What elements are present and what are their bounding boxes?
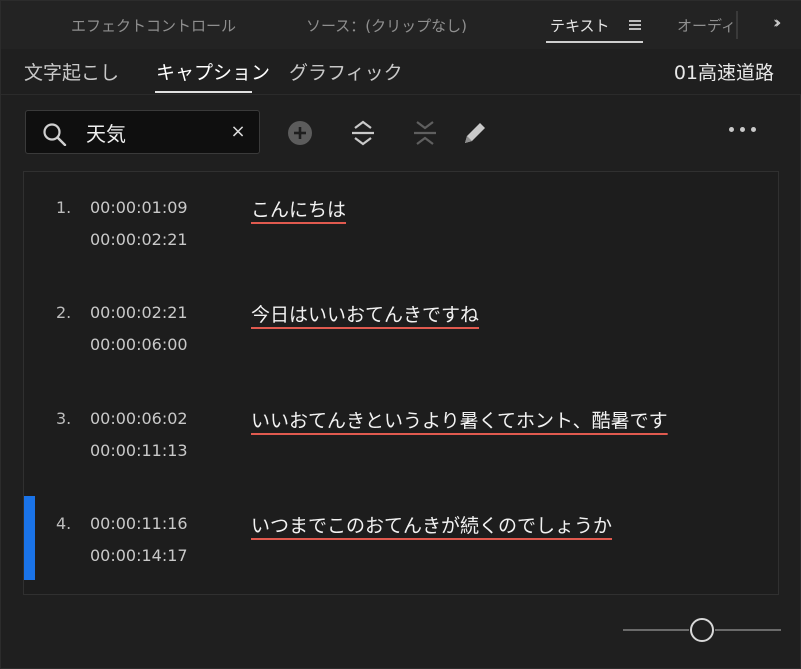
add-caption-icon[interactable] [285, 118, 315, 148]
overflow-chevron-icon[interactable]: ›› [773, 13, 781, 33]
selection-indicator [24, 496, 35, 580]
caption-number: 1. [56, 198, 72, 217]
merge-captions-icon[interactable] [410, 118, 440, 148]
caption-in-point[interactable]: 00:00:11:16 [90, 514, 188, 533]
caption-list: 1. 00:00:01:09 00:00:02:21 こんにちは 2. 00:0… [23, 171, 779, 595]
caption-text[interactable]: いいおてんきというより暑くてホント、酷暑です [251, 406, 668, 433]
tab-divider [736, 11, 738, 39]
zoom-slider-thumb[interactable] [690, 618, 714, 642]
caption-in-point[interactable]: 00:00:06:02 [90, 409, 188, 428]
search-input[interactable] [86, 117, 226, 147]
caption-text[interactable]: 今日はいいおてんきですね [251, 300, 479, 327]
caption-row[interactable]: 3. 00:00:06:02 00:00:11:13 いいおてんきというより暑く… [24, 391, 778, 475]
edit-icon[interactable] [460, 118, 490, 148]
caption-text[interactable]: いつまでこのおてんきが続くのでしょうか [251, 511, 612, 538]
sequence-name: 01高速道路 [673, 62, 774, 84]
zoom-track[interactable] [715, 629, 781, 631]
tab-captions[interactable]: キャプション [156, 58, 270, 85]
tab-graphics[interactable]: グラフィック [289, 58, 403, 85]
caption-row[interactable]: 1. 00:00:01:09 00:00:02:21 こんにちは [24, 180, 778, 264]
zoom-track[interactable] [623, 629, 689, 631]
clear-search-icon[interactable]: × [229, 121, 247, 142]
caption-toolbar: × [1, 96, 801, 168]
active-tab-indicator [546, 41, 643, 43]
search-box[interactable]: × [25, 110, 260, 154]
text-sub-tab-bar: 文字起こし キャプション グラフィック 01高速道路 [1, 49, 801, 95]
caption-out-point[interactable]: 00:00:06:00 [90, 335, 188, 354]
tab-effect-controls[interactable]: エフェクトコントロール [71, 15, 236, 36]
tab-source[interactable]: ソース：(クリップなし) [306, 15, 467, 36]
caption-out-point[interactable]: 00:00:11:13 [90, 441, 188, 460]
tab-audio[interactable]: オーディ [677, 15, 736, 36]
caption-row-selected[interactable]: 4. 00:00:11:16 00:00:14:17 いつまでこのおてんきが続く… [24, 496, 778, 580]
tab-text[interactable]: テキスト [550, 15, 610, 36]
search-icon [43, 123, 67, 146]
tab-transcript[interactable]: 文字起こし [24, 58, 119, 85]
caption-number: 3. [56, 409, 72, 428]
caption-out-point[interactable]: 00:00:14:17 [90, 546, 188, 565]
more-options-icon[interactable] [727, 120, 759, 140]
caption-number: 2. [56, 303, 72, 322]
text-panel: エフェクトコントロール ソース：(クリップなし) テキスト オーディ ›› 文字… [0, 0, 801, 669]
zoom-slider[interactable] [623, 617, 781, 643]
caption-number: 4. [56, 514, 72, 533]
caption-in-point[interactable]: 00:00:01:09 [90, 198, 188, 217]
caption-text[interactable]: こんにちは [251, 195, 346, 222]
split-caption-icon[interactable] [348, 118, 378, 148]
panel-menu-icon[interactable] [629, 20, 641, 30]
caption-row[interactable]: 2. 00:00:02:21 00:00:06:00 今日はいいおてんきですね [24, 285, 778, 369]
panel-tab-bar: エフェクトコントロール ソース：(クリップなし) テキスト オーディ ›› [1, 1, 801, 49]
caption-out-point[interactable]: 00:00:02:21 [90, 230, 188, 249]
active-sub-tab-indicator [155, 91, 252, 93]
caption-in-point[interactable]: 00:00:02:21 [90, 303, 188, 322]
